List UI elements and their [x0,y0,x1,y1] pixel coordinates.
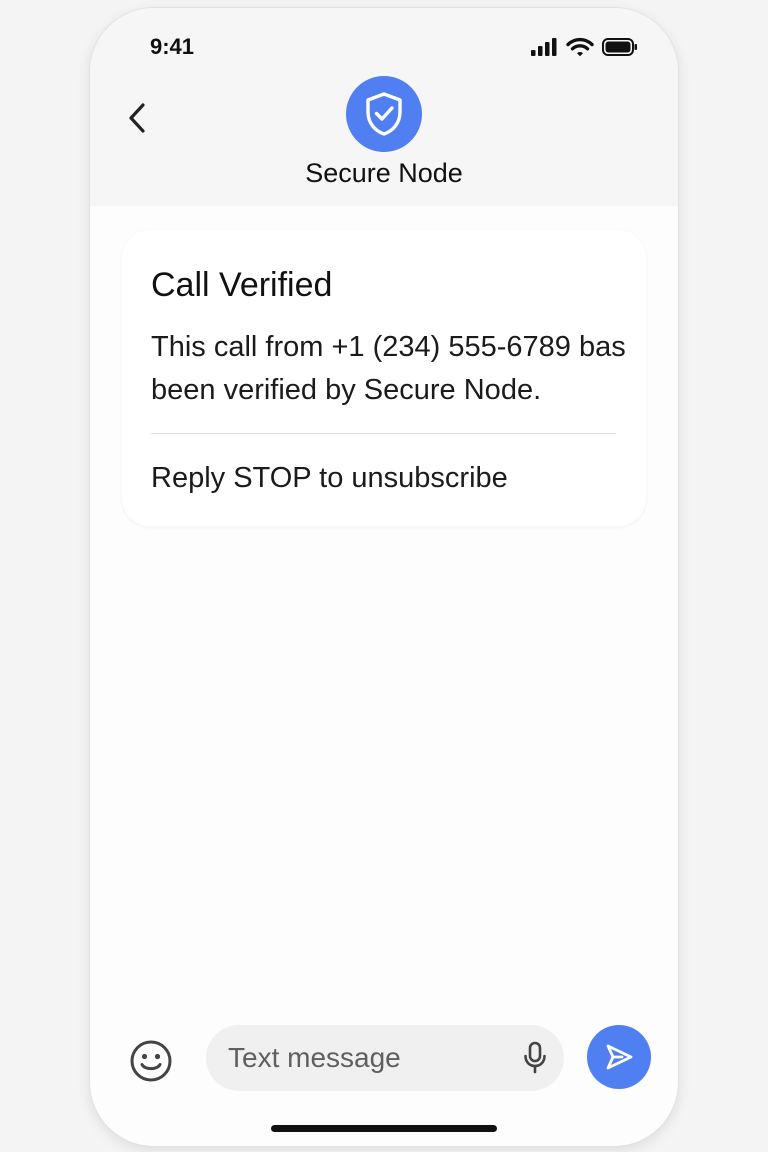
microphone-button[interactable] [522,1041,548,1075]
send-icon [606,1044,633,1070]
message-body: This call from +1 (234) 555-6789 bas bee… [151,331,626,406]
wifi-icon [566,37,594,57]
emoji-icon [130,1040,172,1082]
back-button[interactable] [120,98,154,138]
shield-check-icon [366,92,402,136]
message-title: Call Verified [151,266,333,304]
signal-icon [531,38,557,56]
home-indicator[interactable] [271,1125,497,1132]
message-input[interactable] [228,1025,508,1091]
message-footer: Reply STOP to unsubscribe [151,462,508,494]
status-time: 9:41 [150,34,195,59]
battery-icon [602,38,637,56]
message-divider [151,433,616,434]
status-icons [530,36,638,58]
contact-name[interactable]: Secure Node [90,158,678,189]
chevron-left-icon [129,103,145,133]
send-button[interactable] [587,1025,651,1089]
phone-frame: 9:41 Secure Node Call Verified This call… [90,8,678,1146]
microphone-icon [524,1041,546,1074]
message-bubble: Call Verified This call from +1 (234) 55… [122,230,646,526]
emoji-button[interactable] [128,1038,174,1084]
contact-avatar[interactable] [346,76,422,152]
message-input-container [206,1025,564,1091]
